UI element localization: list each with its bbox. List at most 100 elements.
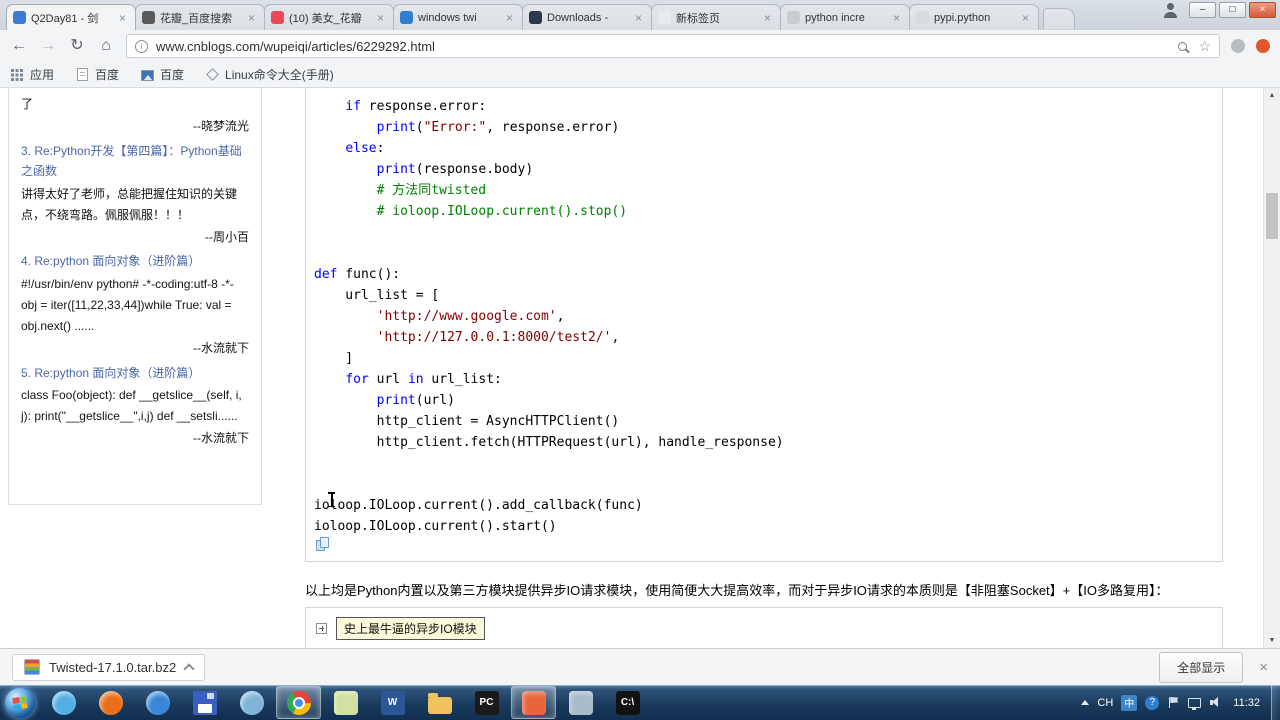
download-filename[interactable]: Twisted-17.1.0.tar.bz2 bbox=[49, 660, 176, 675]
show-desktop-button[interactable] bbox=[1271, 685, 1280, 720]
comment-title-link[interactable]: 5. Re:python 面向对象（进阶篇） bbox=[21, 363, 249, 383]
taskbar-app-firefox[interactable] bbox=[88, 686, 133, 719]
page-info-icon[interactable]: i bbox=[135, 39, 148, 53]
extension-icon[interactable] bbox=[1231, 39, 1245, 53]
download-item[interactable]: Twisted-17.1.0.tar.bz2 bbox=[12, 653, 206, 681]
language-indicator[interactable]: CH bbox=[1097, 697, 1113, 709]
bookmark-item[interactable]: Linux命令大全(手册) bbox=[206, 66, 334, 83]
code-token: else bbox=[345, 141, 377, 156]
bookmark-star-icon[interactable]: ☆ bbox=[1198, 39, 1211, 53]
taskbar-app-word[interactable]: W bbox=[370, 686, 415, 719]
taskbar-app-chrome[interactable] bbox=[276, 686, 321, 719]
copy-code-icon[interactable] bbox=[316, 537, 331, 552]
code-line: 'http://www.google.com', bbox=[314, 306, 1222, 327]
code-token: def bbox=[314, 267, 338, 282]
scroll-down-button[interactable]: ▼ bbox=[1264, 633, 1280, 648]
url-text[interactable]: www.cnblogs.com/wupeiqi/articles/6229292… bbox=[156, 39, 1170, 54]
show-all-downloads-button[interactable]: 全部显示 bbox=[1159, 651, 1244, 683]
taskbar-app-pycharm[interactable]: PC bbox=[464, 686, 509, 719]
browser-tab[interactable]: (10) 美女_花瓣 × bbox=[264, 4, 394, 30]
browser-tab[interactable]: windows twi × bbox=[393, 4, 523, 30]
address-bar[interactable]: i www.cnblogs.com/wupeiqi/articles/62292… bbox=[126, 34, 1220, 58]
back-button[interactable]: ← bbox=[10, 38, 28, 54]
volume-icon[interactable] bbox=[1209, 696, 1222, 709]
download-bar-close-icon[interactable]: × bbox=[1259, 660, 1268, 675]
hidden-icons-arrow[interactable] bbox=[1081, 700, 1090, 705]
browser-tab[interactable]: python incre × bbox=[780, 4, 910, 30]
code-token: print bbox=[376, 393, 416, 408]
taskbar-app-messenger[interactable] bbox=[41, 686, 86, 719]
extension-orange-icon[interactable] bbox=[1256, 39, 1270, 53]
taskbar-app-thunder[interactable] bbox=[135, 686, 180, 719]
ime-help-icon[interactable]: ? bbox=[1145, 695, 1160, 710]
taskbar-app-viewer[interactable] bbox=[558, 686, 603, 719]
scrollbar-thumb[interactable] bbox=[1266, 193, 1278, 239]
tab-close-icon[interactable]: × bbox=[761, 12, 774, 24]
home-button[interactable]: ⌂ bbox=[97, 38, 115, 54]
code-token: : bbox=[376, 141, 385, 156]
app-icon bbox=[51, 690, 76, 715]
browser-tab[interactable]: 新标签页 × bbox=[651, 4, 781, 30]
download-menu-caret-icon[interactable] bbox=[183, 663, 195, 675]
code-token: (response.body) bbox=[415, 162, 534, 177]
window-close-button[interactable]: × bbox=[1249, 2, 1276, 18]
ime-icon[interactable]: 中 bbox=[1121, 694, 1138, 711]
browser-tab[interactable]: pypi.python × bbox=[909, 4, 1039, 30]
profile-icon[interactable] bbox=[1162, 2, 1178, 18]
app-icon bbox=[286, 690, 311, 715]
window-minimize-button[interactable]: – bbox=[1189, 2, 1216, 18]
forward-button[interactable]: → bbox=[39, 38, 57, 54]
taskbar-clock[interactable]: 11:32 bbox=[1233, 697, 1260, 709]
code-token: url_list = [ bbox=[314, 288, 440, 303]
comment-title-link[interactable]: 3. Re:Python开发【第四篇】：Python基础之函数 bbox=[21, 141, 249, 182]
taskbar-app-explorer-folder[interactable] bbox=[417, 686, 462, 719]
code-token: url_list: bbox=[423, 372, 502, 387]
code-line: ioloop.IOLoop.current().start() bbox=[314, 516, 1222, 537]
comment-item: 了 --晓梦流光 bbox=[21, 94, 249, 138]
new-tab-button[interactable] bbox=[1043, 8, 1075, 29]
tab-close-icon[interactable]: × bbox=[374, 12, 387, 24]
taskbar-app-save-tool[interactable] bbox=[182, 686, 227, 719]
tab-close-icon[interactable]: × bbox=[890, 12, 903, 24]
code-token: http_client = AsyncHTTPClient() bbox=[314, 414, 620, 429]
bookmark-label: 应用 bbox=[30, 68, 55, 82]
scroll-up-button[interactable]: ▲ bbox=[1264, 88, 1280, 103]
expand-plus-icon[interactable] bbox=[316, 622, 327, 634]
bookmark-item[interactable]: 百度 bbox=[76, 66, 119, 83]
page-scrollbar[interactable]: ▲ ▼ bbox=[1263, 88, 1280, 648]
window-maximize-button[interactable]: □ bbox=[1219, 2, 1246, 18]
zoom-search-icon[interactable] bbox=[1178, 41, 1188, 51]
collapsed-block-title[interactable]: 史上最牛逼的异步IO模块 bbox=[336, 616, 485, 640]
bookmark-item[interactable]: 应用 bbox=[10, 66, 54, 83]
start-button[interactable] bbox=[5, 687, 35, 718]
code-line: url_list = [ bbox=[314, 285, 1222, 306]
browser-tab[interactable]: Q2Day81 - 剑 × bbox=[6, 4, 136, 30]
code-token: url bbox=[368, 372, 408, 387]
code-token: response.error: bbox=[360, 99, 487, 114]
taskbar-app-cmd[interactable]: C:\ bbox=[605, 686, 650, 719]
tab-close-icon[interactable]: × bbox=[1019, 12, 1032, 24]
bookmark-item[interactable]: 百度 bbox=[141, 66, 184, 83]
tab-close-icon[interactable]: × bbox=[116, 12, 129, 24]
bookmark-label: 百度 bbox=[160, 68, 185, 82]
comment-title-link[interactable]: 4. Re:python 面向对象（进阶篇） bbox=[21, 251, 249, 271]
tab-title: 新标签页 bbox=[676, 12, 720, 25]
tab-close-icon[interactable]: × bbox=[503, 12, 516, 24]
tab-close-icon[interactable]: × bbox=[245, 12, 258, 24]
app-icon: W bbox=[380, 690, 405, 715]
tab-close-icon[interactable]: × bbox=[632, 12, 645, 24]
browser-tab[interactable]: Downloads - × bbox=[522, 4, 652, 30]
comment-author: --水流就下 bbox=[193, 430, 249, 445]
browser-tab[interactable]: 花瓣_百度搜索 × bbox=[135, 4, 265, 30]
network-icon[interactable] bbox=[1188, 698, 1202, 710]
app-icon bbox=[98, 690, 123, 715]
taskbar-app-editor[interactable] bbox=[511, 686, 556, 719]
refresh-button[interactable]: ↻ bbox=[68, 38, 86, 54]
action-center-flag-icon[interactable] bbox=[1167, 696, 1180, 709]
comment-body: class Foo(object): def __getslice__(self… bbox=[21, 387, 242, 423]
taskbar-app-ie[interactable] bbox=[229, 686, 274, 719]
taskbar-app-notepad[interactable] bbox=[323, 686, 368, 719]
article-paragraph: 以上均是Python内置以及第三方模块提供异步IO请求模块，使用简便大大提高效率… bbox=[305, 583, 1169, 598]
